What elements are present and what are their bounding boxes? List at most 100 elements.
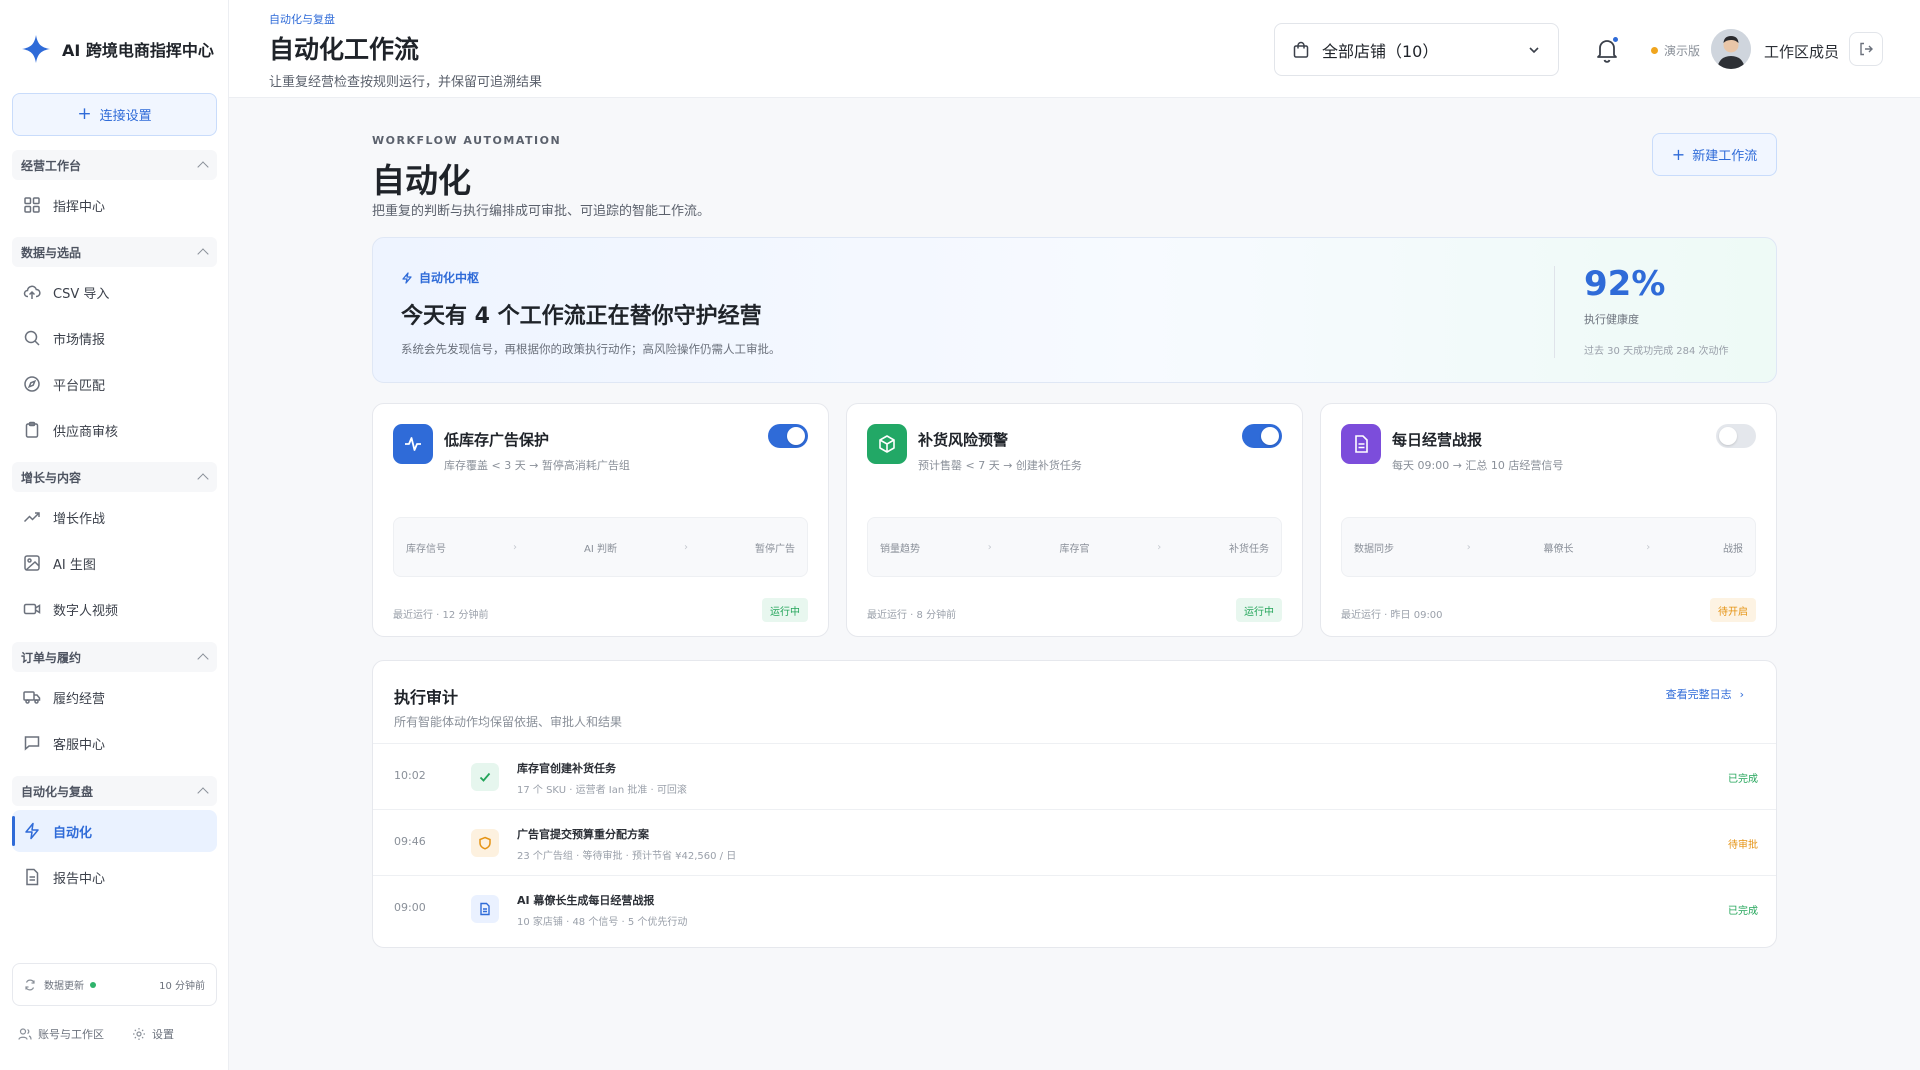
workflow-steps: 库存信号 › AI 判断 › 暂停广告 [393, 517, 808, 577]
audit-detail: 17 个 SKU · 运营者 Ian 批准 · 可回滚 [517, 785, 687, 796]
nav-group-header[interactable]: 数据与选品 [12, 237, 217, 267]
audit-action: 库存官创建补货任务 [517, 762, 616, 775]
audit-row[interactable]: 09:46 广告官提交预算重分配方案 23 个广告组 · 等待审批 · 预计节省… [373, 809, 1776, 875]
audit-time: 09:00 [394, 901, 426, 914]
status-dot [90, 981, 96, 988]
sidebar-item-label: 供应商审核 [53, 424, 119, 440]
last-run: 最近运行 · 12 分钟前 [393, 610, 489, 621]
audit-title: 执行审计 [394, 688, 459, 707]
store-selector-value: 全部店铺（10） [1322, 41, 1439, 61]
sidebar-item-label: 增长作战 [53, 511, 106, 527]
sidebar-item-market-intel[interactable]: 市场情报 [12, 317, 217, 359]
sidebar-item-automation[interactable]: 自动化 [12, 810, 217, 852]
audit-row[interactable]: 10:02 库存官创建补货任务 17 个 SKU · 运营者 Ian 批准 · … [373, 743, 1776, 809]
audit-action: 广告官提交预算重分配方案 [517, 828, 649, 841]
nav-group-header[interactable]: 增长与内容 [12, 462, 217, 492]
sidebar-item-label: 数字人视频 [53, 603, 119, 619]
section-subtitle: 把重复的判断与执行编排成可审批、可追踪的智能工作流。 [372, 204, 711, 219]
account-workspace-link[interactable]: 账号与工作区 [18, 1026, 104, 1042]
audit-subtitle: 所有智能体动作均保留依据、审批人和结果 [394, 715, 623, 729]
brand[interactable]: AI 跨境电商指挥中心 [20, 33, 214, 65]
toggle-knob [1261, 427, 1279, 445]
search-icon [24, 330, 40, 346]
status-dot [1651, 47, 1658, 54]
upload-cloud-icon [23, 285, 41, 299]
chevron-up-icon [197, 787, 209, 799]
nav-group-header[interactable]: 订单与履约 [12, 642, 217, 672]
flow-step: 库存官 [1059, 543, 1090, 555]
flow-step: 销量趋势 [880, 543, 920, 555]
truck-icon [23, 691, 41, 704]
settings-link[interactable]: 设置 [132, 1026, 174, 1042]
status-badge: 运行中 [762, 598, 808, 622]
workflow-card-ad-protection[interactable]: 低库存广告保护 库存覆盖 < 3 天 → 暂停高消耗广告组 库存信号 › AI … [372, 403, 829, 637]
nav-group-header[interactable]: 自动化与复盘 [12, 776, 217, 806]
sidebar-item-supplier-review[interactable]: 供应商审核 [12, 409, 217, 451]
chevron-right-icon: › [1466, 541, 1471, 553]
sidebar-item-csv-import[interactable]: CSV 导入 [12, 271, 217, 313]
sidebar-item-report-center[interactable]: 报告中心 [12, 856, 217, 898]
sidebar-item-command-center[interactable]: 指挥中心 [12, 184, 217, 226]
hub-tag: 自动化中枢 [401, 269, 479, 286]
workflow-card-daily-report[interactable]: 每日经营战报 每天 09:00 → 汇总 10 店经营信号 数据同步 › 幕僚长… [1320, 403, 1777, 637]
member-name[interactable]: 工作区成员 [1764, 41, 1839, 62]
data-update-status[interactable]: 数据更新 10 分钟前 [12, 963, 217, 1006]
workflow-toggle[interactable] [768, 424, 808, 448]
new-workflow-label: 新建工作流 [1692, 149, 1758, 164]
audit-row[interactable]: 09:00 AI 幕僚长生成每日经营战报 10 家店铺 · 48 个信号 · 5… [373, 875, 1776, 941]
connect-settings-button[interactable]: + 连接设置 [12, 93, 217, 136]
sidebar-item-platform-match[interactable]: 平台匹配 [12, 363, 217, 405]
sidebar-item-label: AI 生图 [53, 557, 96, 573]
page-subtitle: 让重复经营检查按规则运行，并保留可追溯结果 [269, 75, 543, 90]
settings-label: 设置 [152, 1028, 174, 1041]
document-icon [1341, 424, 1381, 464]
video-icon [23, 603, 41, 615]
sidebar-item-customer-service[interactable]: 客服中心 [12, 722, 217, 764]
avatar[interactable] [1711, 29, 1751, 69]
app-name: AI 跨境电商指挥中心 [62, 41, 214, 60]
sparkle-logo-icon [20, 33, 52, 65]
workflow-toggle[interactable] [1716, 424, 1756, 448]
data-update-label: 数据更新 [44, 981, 84, 992]
nav-group-orders: 订单与履约 履约经营 客服中心 [12, 642, 217, 764]
demo-badge: 演示版 [1651, 42, 1700, 59]
notifications-button[interactable] [1594, 36, 1620, 64]
sidebar-item-label: 报告中心 [53, 871, 106, 887]
workflow-toggle[interactable] [1242, 424, 1282, 448]
last-run: 最近运行 · 昨日 09:00 [1341, 610, 1443, 621]
sidebar-item-growth-ops[interactable]: 增长作战 [12, 496, 217, 538]
flow-step: 库存信号 [406, 543, 446, 555]
main-content: WORKFLOW AUTOMATION 自动化 把重复的判断与执行编排成可审批、… [229, 98, 1920, 1070]
nav-group-title: 订单与履约 [21, 650, 82, 665]
toggle-knob [1719, 427, 1737, 445]
sidebar-item-fulfillment[interactable]: 履约经营 [12, 676, 217, 718]
trending-up-icon [23, 512, 40, 523]
automation-hub-banner: 自动化中枢 今天有 4 个工作流正在替你守护经营 系统会先发现信号，再根据你的政… [372, 237, 1777, 383]
sidebar-item-label: 市场情报 [53, 332, 106, 348]
flow-step: 幕僚长 [1543, 543, 1574, 555]
chevron-right-icon: › [1739, 687, 1744, 701]
connect-settings-label: 连接设置 [99, 109, 152, 124]
lightning-icon [402, 271, 412, 284]
page-title: 自动化工作流 [269, 35, 420, 64]
workflow-card-restock-alert[interactable]: 补货风险预警 预计售罄 < 7 天 → 创建补货任务 销量趋势 › 库存官 › … [846, 403, 1303, 637]
logout-button[interactable] [1849, 32, 1883, 66]
chevron-right-icon: › [1646, 541, 1651, 553]
box-icon [867, 424, 907, 464]
sidebar-item-ai-image[interactable]: AI 生图 [12, 542, 217, 584]
new-workflow-button[interactable]: + 新建工作流 [1652, 133, 1777, 176]
store-selector[interactable]: 全部店铺（10） [1274, 23, 1559, 76]
image-icon [24, 555, 40, 571]
shield-icon [471, 829, 499, 857]
audit-detail: 23 个广告组 · 等待审批 · 预计节省 ¥42,560 / 日 [517, 851, 737, 862]
breadcrumb[interactable]: 自动化与复盘 [269, 11, 335, 27]
check-icon [471, 763, 499, 791]
sidebar-item-avatar-video[interactable]: 数字人视频 [12, 588, 217, 630]
sidebar-item-label: 自动化 [53, 825, 93, 841]
audit-status: 待审批 [1728, 840, 1758, 851]
data-update-time: 10 分钟前 [159, 981, 205, 992]
nav-group-header[interactable]: 经营工作台 [12, 150, 217, 180]
view-full-log-link[interactable]: 查看完整日志 › [1666, 686, 1744, 702]
sidebar-footer: 账号与工作区 设置 [18, 1026, 174, 1042]
message-icon [24, 736, 40, 751]
